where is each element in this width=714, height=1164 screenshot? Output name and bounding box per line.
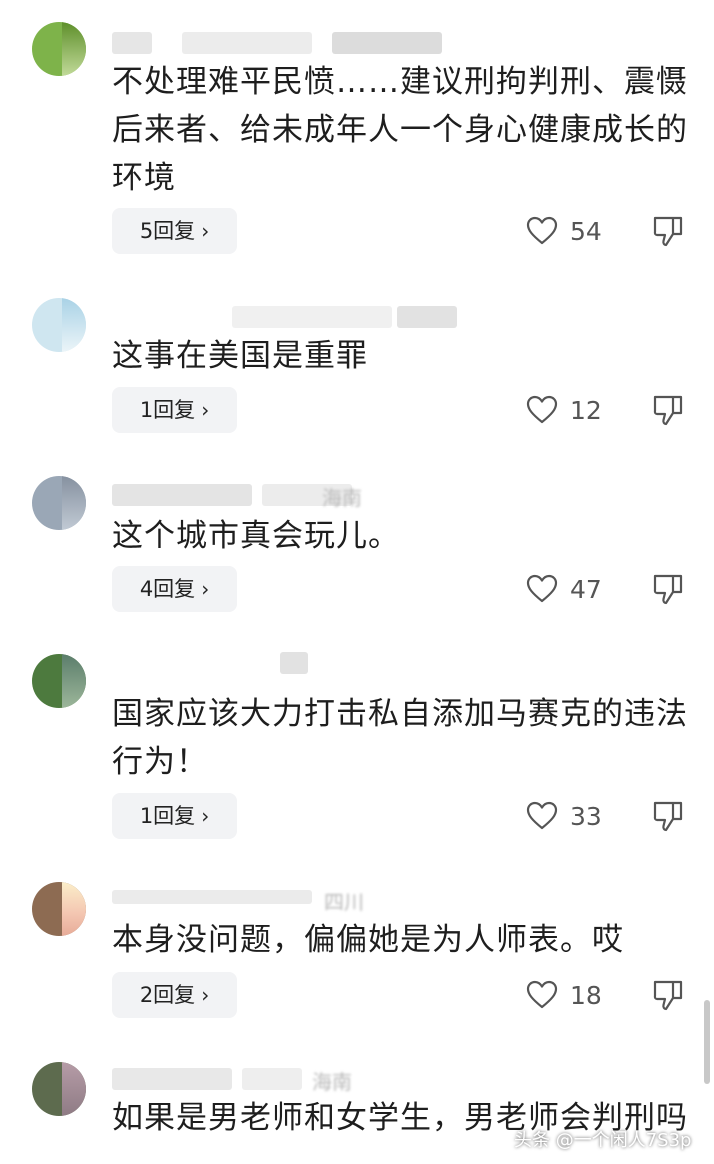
heart-outline-icon bbox=[526, 395, 558, 424]
like-count: 18 bbox=[570, 980, 602, 1010]
thumbs-down-icon[interactable] bbox=[652, 978, 684, 1012]
like-count: 12 bbox=[570, 395, 602, 425]
reply-count-label: 1回复 bbox=[139, 398, 196, 422]
like-count: 54 bbox=[570, 216, 602, 246]
comment-text: 这事在美国是重罪 bbox=[112, 338, 368, 374]
reply-count-label: 5回复 bbox=[139, 219, 196, 243]
heart-outline-icon bbox=[526, 216, 558, 245]
watermark-label: 头条 @一个闲人7S3p bbox=[514, 1130, 692, 1151]
like-count: 33 bbox=[570, 801, 602, 831]
reply-button[interactable]: 4回复 › bbox=[112, 566, 237, 612]
like-button[interactable]: 18 bbox=[526, 975, 602, 1015]
avatar[interactable] bbox=[32, 654, 86, 708]
avatar[interactable] bbox=[32, 298, 86, 352]
heart-outline-icon bbox=[526, 574, 558, 603]
scrollbar[interactable] bbox=[704, 1000, 710, 1084]
avatar[interactable] bbox=[32, 22, 86, 76]
reply-button[interactable]: 5回复 › bbox=[112, 208, 237, 254]
reply-button[interactable]: 2回复 › bbox=[112, 972, 237, 1018]
chevron-right-icon: › bbox=[201, 577, 210, 601]
comment-text: 本身没问题，偏偏她是为人师表。哎 bbox=[112, 922, 624, 958]
reply-button[interactable]: 1回复 › bbox=[112, 387, 237, 433]
avatar[interactable] bbox=[32, 882, 86, 936]
comment-text: 国家应该大力打击私自添加马赛克的违法行为！ bbox=[112, 696, 688, 780]
thumbs-down-icon[interactable] bbox=[652, 799, 684, 833]
like-button[interactable]: 33 bbox=[526, 796, 602, 836]
like-button[interactable]: 47 bbox=[526, 569, 602, 609]
comment-meta: 海南 bbox=[112, 480, 492, 510]
like-button[interactable]: 54 bbox=[526, 211, 602, 251]
comment-text: 不处理难平民愤……建议刑拘判刑、震慑后来者、给未成年人一个身心健康成长的环境 bbox=[112, 64, 688, 196]
thumbs-down-icon[interactable] bbox=[652, 214, 684, 248]
location-label: 海南 bbox=[312, 1070, 352, 1094]
like-button[interactable]: 12 bbox=[526, 390, 602, 430]
chevron-right-icon: › bbox=[201, 398, 210, 422]
chevron-right-icon: › bbox=[201, 219, 210, 243]
comment-text: 这个城市真会玩儿。 bbox=[112, 518, 400, 554]
location-label: 海南 bbox=[322, 486, 362, 510]
comment-meta bbox=[112, 302, 492, 328]
heart-outline-icon bbox=[526, 980, 558, 1009]
heart-outline-icon bbox=[526, 801, 558, 830]
avatar[interactable] bbox=[32, 1062, 86, 1116]
chevron-right-icon: › bbox=[201, 804, 210, 828]
reply-count-label: 2回复 bbox=[139, 983, 196, 1007]
comment-meta bbox=[112, 648, 492, 674]
location-label: 四川 bbox=[324, 890, 364, 914]
like-count: 47 bbox=[570, 574, 602, 604]
thumbs-down-icon[interactable] bbox=[652, 572, 684, 606]
reply-count-label: 4回复 bbox=[139, 577, 196, 601]
thumbs-down-icon[interactable] bbox=[652, 393, 684, 427]
comment-meta: 四川 bbox=[112, 884, 492, 914]
chevron-right-icon: › bbox=[201, 983, 210, 1007]
avatar[interactable] bbox=[32, 476, 86, 530]
comment-meta bbox=[112, 28, 492, 54]
reply-button[interactable]: 1回复 › bbox=[112, 793, 237, 839]
reply-count-label: 1回复 bbox=[139, 804, 196, 828]
comment-meta: 海南 bbox=[112, 1064, 492, 1094]
